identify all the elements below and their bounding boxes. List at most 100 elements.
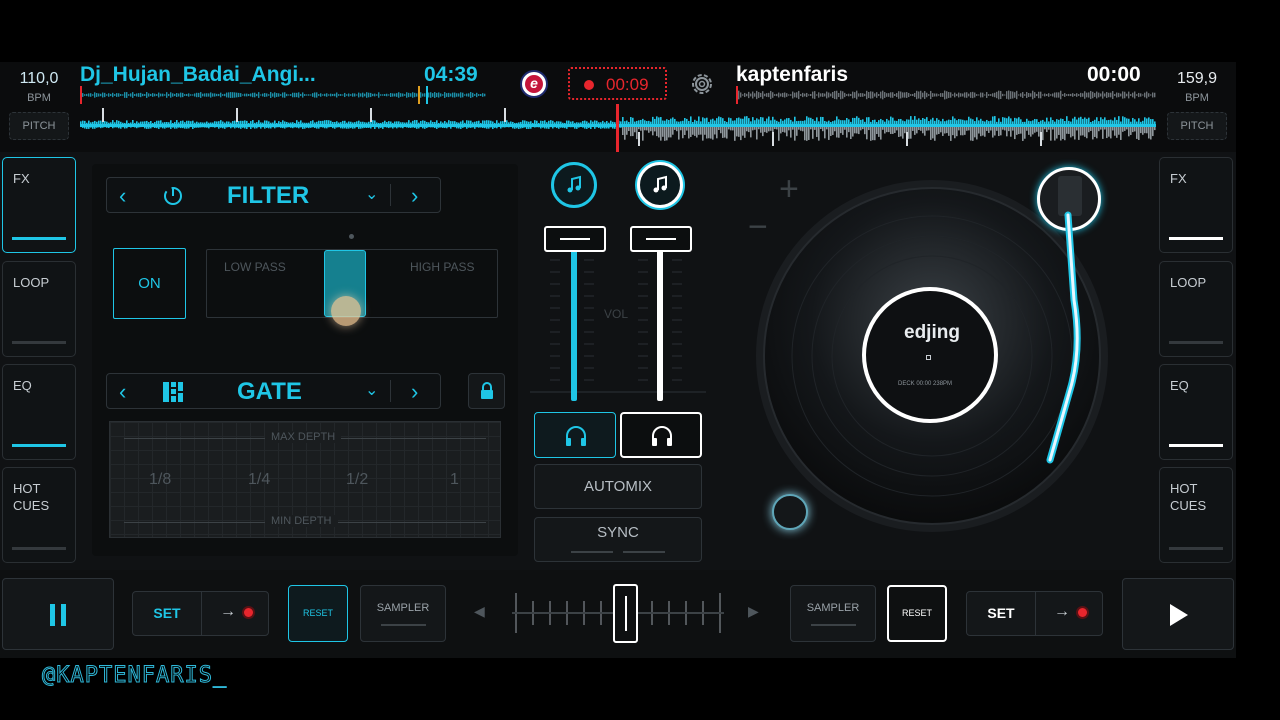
main-waveform[interactable] [80,104,1156,152]
right-reset-button[interactable]: RESET [887,585,947,642]
gate-xy-pad[interactable]: MAX DEPTH 1/8 1/4 1/2 1 MIN DEPTH [109,421,501,538]
right-play-button[interactable] [1122,578,1234,650]
effect2-dropdown-chevron-icon[interactable]: ⌄ [365,380,378,400]
left-set-button[interactable]: SET [133,592,201,635]
right-volume-fader-handle[interactable] [630,226,692,252]
effect2-next-button[interactable]: › [411,379,418,405]
left-bpm-value: 110,0 [19,70,59,87]
headphones-icon [566,426,586,446]
fx-lock-button[interactable] [468,373,505,409]
gate-division-1: 1 [450,471,459,488]
effect1-next-button[interactable]: › [411,183,418,209]
right-library-button[interactable] [637,162,683,208]
playhead-marker [616,104,619,152]
right-sampler-indicator [811,624,856,626]
edjing-e-icon[interactable]: e [520,70,548,98]
crossfader-right-arrow-icon[interactable]: ▶ [748,603,759,620]
cue-dot-icon [1078,608,1087,617]
left-sampler-button[interactable]: SAMPLER [360,585,446,642]
left-tab-eq-indicator [12,444,66,447]
right-volume-fader-track[interactable] [657,247,663,401]
right-tab-loop-label: LOOP [1170,275,1207,290]
right-tab-eq[interactable]: EQ [1159,364,1233,460]
right-bpm-unit: BPM [1185,92,1209,104]
right-pitch-button[interactable]: PITCH [1167,112,1227,140]
right-tab-fx-label: FX [1170,171,1187,186]
left-tab-hot-cues[interactable]: HOT CUES [2,467,76,563]
right-mini-waveform[interactable] [736,86,1156,104]
left-mini-waveform[interactable] [80,86,486,104]
left-tab-fx[interactable]: FX [2,157,76,253]
left-play-pause-button[interactable] [2,578,114,650]
right-tab-hot-cues[interactable]: HOT CUES [1159,467,1233,563]
sync-left-indicator [571,551,613,553]
headphones-icon [652,426,672,446]
right-set-button[interactable]: SET [967,592,1035,635]
tonearm[interactable] [1030,210,1100,480]
effect2-prev-button[interactable]: ‹ [119,379,126,405]
effect2-name[interactable]: GATE [237,378,302,406]
left-track-time: 04:39 [424,63,478,86]
sync-button[interactable]: SYNC [534,517,702,562]
automix-button[interactable]: AUTOMIX [534,464,702,509]
right-bpm-display: 159,9 BPM PITCH [1158,62,1236,152]
left-reset-label: RESET [302,608,333,618]
right-pitch-label: PITCH [1180,120,1214,132]
left-reset-button[interactable]: RESET [288,585,348,642]
record-spindle-icon [926,355,931,360]
record-dot-icon [584,80,594,90]
crossfader-left-arrow-icon[interactable]: ◀ [474,603,485,620]
right-tab-eq-indicator [1169,444,1223,447]
left-cue-jump-button[interactable]: → [202,592,269,635]
effect1-dropdown-chevron-icon[interactable]: ⌄ [365,184,378,204]
automix-label: AUTOMIX [583,478,653,495]
right-tab-fx-indicator [1169,237,1223,240]
right-headphones-button[interactable] [620,412,702,458]
left-volume-fader-handle[interactable] [544,226,606,252]
left-tab-loop-label: LOOP [13,275,50,290]
watermark-text: @KAPTENFARIS_ [41,663,228,689]
left-tab-hot-cues-indicator [12,547,66,550]
gate-max-depth-label: MAX DEPTH [265,431,342,443]
gate-min-depth-label: MIN DEPTH [265,515,338,527]
sync-right-indicator [623,551,665,553]
right-track-time: 00:00 [1087,63,1141,86]
effect1-prev-button[interactable]: ‹ [119,183,126,209]
right-tab-fx[interactable]: FX [1159,157,1233,253]
left-pitch-button[interactable]: PITCH [9,112,69,140]
right-sampler-button[interactable]: SAMPLER [790,585,876,642]
crossfader-handle[interactable] [613,584,638,643]
left-sampler-label: SAMPLER [376,602,430,614]
effect2-selector: ‹ GATE ⌄ › [106,373,441,409]
gate-grid-icon [163,382,183,402]
stop-button[interactable] [772,494,808,530]
arrow-right-icon: → [1054,603,1070,620]
left-pitch-label: PITCH [22,120,56,132]
record-button[interactable]: 00:09 [568,67,667,100]
arrow-right-icon: → [220,603,236,620]
left-cue-set-group: SET → [132,591,269,636]
left-headphones-button[interactable] [534,412,616,458]
effect2-divider [390,380,391,402]
right-tab-eq-label: EQ [1170,378,1189,393]
left-tab-loop[interactable]: LOOP [2,261,76,357]
filter-center-dot [349,234,354,239]
effect1-on-label: ON [138,275,161,292]
record-label-brand: edjing [904,322,960,343]
effect1-on-button[interactable]: ON [113,248,186,319]
left-library-button[interactable] [551,162,597,208]
left-track-title[interactable]: Dj_Hujan_Badai_Angi... [80,63,316,87]
right-cue-jump-button[interactable]: → [1036,592,1103,635]
effect1-name[interactable]: FILTER [227,182,309,210]
left-volume-fader-track[interactable] [571,247,577,401]
left-tab-loop-indicator [12,341,66,344]
left-bpm-unit: BPM [27,92,51,104]
left-tab-hot-cues-label: HOT CUES [13,481,50,513]
filter-touch-indicator [331,296,361,326]
left-bpm-display: 110,0 BPM PITCH [0,62,78,152]
sync-label: SYNC [597,524,639,541]
gear-icon[interactable] [688,70,716,98]
right-tab-loop[interactable]: LOOP [1159,261,1233,357]
left-tab-eq[interactable]: EQ [2,364,76,460]
right-track-title[interactable]: kaptenfaris [736,63,848,87]
